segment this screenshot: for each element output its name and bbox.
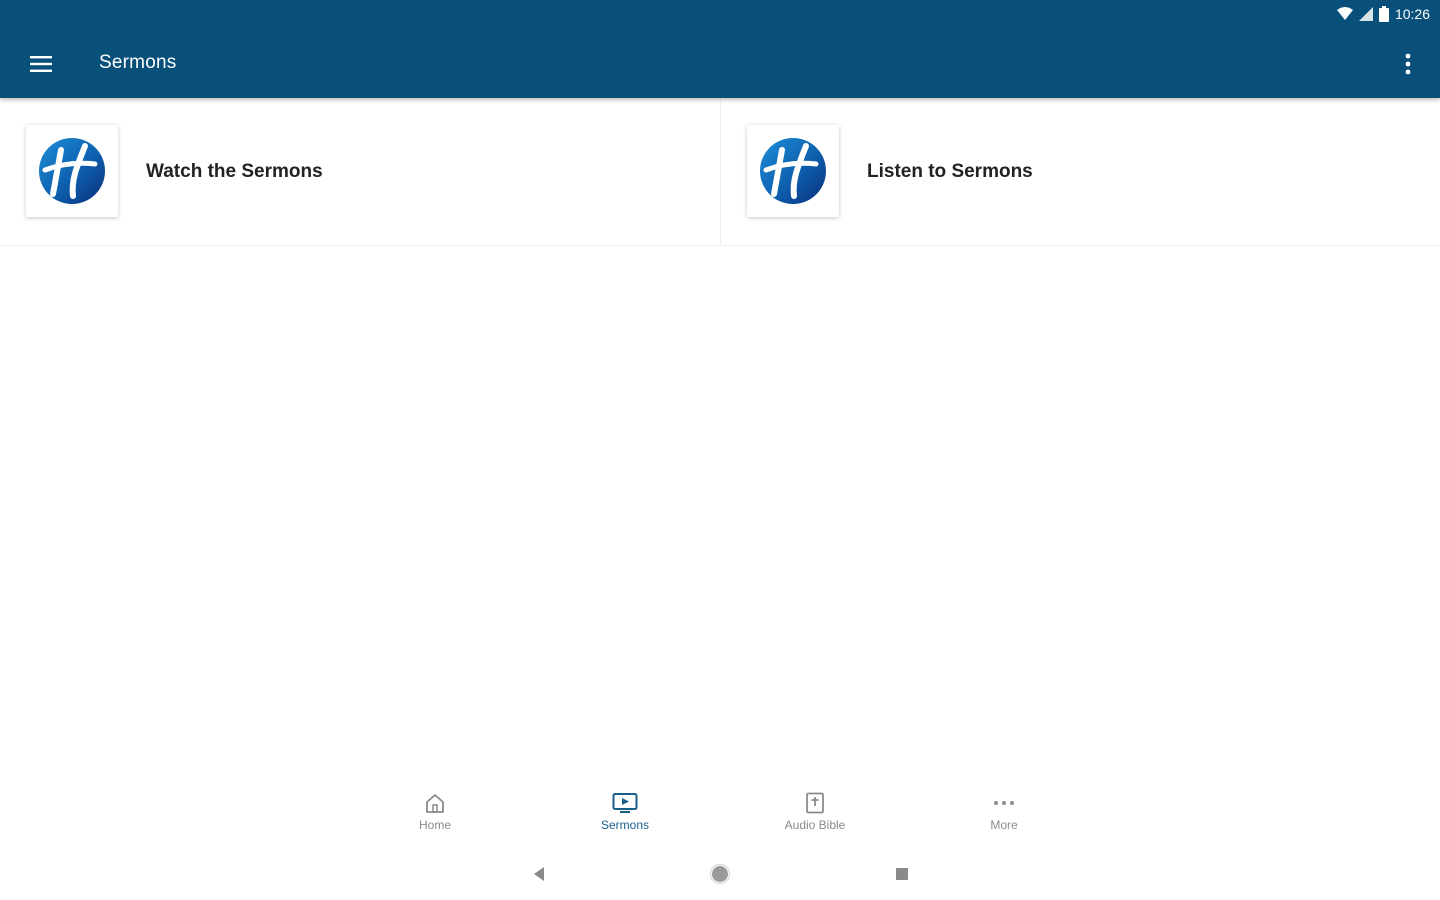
card-label: Watch the Sermons [146, 161, 323, 182]
card-thumbnail [747, 125, 839, 217]
nav-label: Home [418, 818, 451, 832]
recents-icon [896, 868, 908, 880]
more-horizontal-icon [994, 801, 1014, 805]
nav-item-more[interactable]: More [944, 792, 1064, 832]
bible-icon [806, 792, 824, 814]
status-time: 10:26 [1394, 6, 1430, 22]
overflow-menu-button[interactable] [1394, 45, 1422, 83]
battery-icon [1378, 6, 1389, 22]
church-logo [39, 138, 105, 204]
home-circle-icon [710, 864, 730, 884]
nav-item-home[interactable]: Home [375, 792, 495, 832]
sermon-options: Watch the Sermons Listen to Sermons [0, 98, 1440, 246]
system-home-button[interactable] [708, 862, 732, 886]
back-icon [534, 867, 544, 881]
system-recents-button[interactable] [890, 862, 914, 886]
home-icon [426, 794, 444, 813]
listen-sermons-card[interactable]: Listen to Sermons [720, 98, 1440, 246]
nav-label: Sermons [600, 818, 650, 832]
wifi-icon [1336, 7, 1353, 20]
tv-icon [612, 793, 638, 813]
church-logo [760, 138, 826, 204]
watch-sermons-card[interactable]: Watch the Sermons [0, 98, 720, 246]
system-back-button[interactable] [527, 862, 551, 886]
nav-item-sermons[interactable]: Sermons [565, 792, 685, 832]
card-thumbnail [26, 125, 118, 217]
card-label: Listen to Sermons [867, 161, 1033, 182]
nav-label: More [990, 818, 1018, 832]
page-title: Sermons [99, 52, 177, 73]
app-bar: Sermons [0, 28, 1440, 98]
nav-label: Audio Bible [784, 818, 846, 832]
menu-button[interactable] [22, 45, 60, 83]
more-vertical-icon [1405, 53, 1411, 75]
nav-item-audio-bible[interactable]: Audio Bible [755, 792, 875, 832]
status-icons: 10:26 [1336, 4, 1430, 24]
system-navigation-bar [0, 848, 1440, 900]
status-bar: 10:26 [0, 0, 1440, 28]
signal-icon [1358, 7, 1373, 21]
bottom-navigation: Home Sermons Audio Bible More [0, 780, 1440, 842]
hamburger-menu-icon [30, 56, 52, 72]
